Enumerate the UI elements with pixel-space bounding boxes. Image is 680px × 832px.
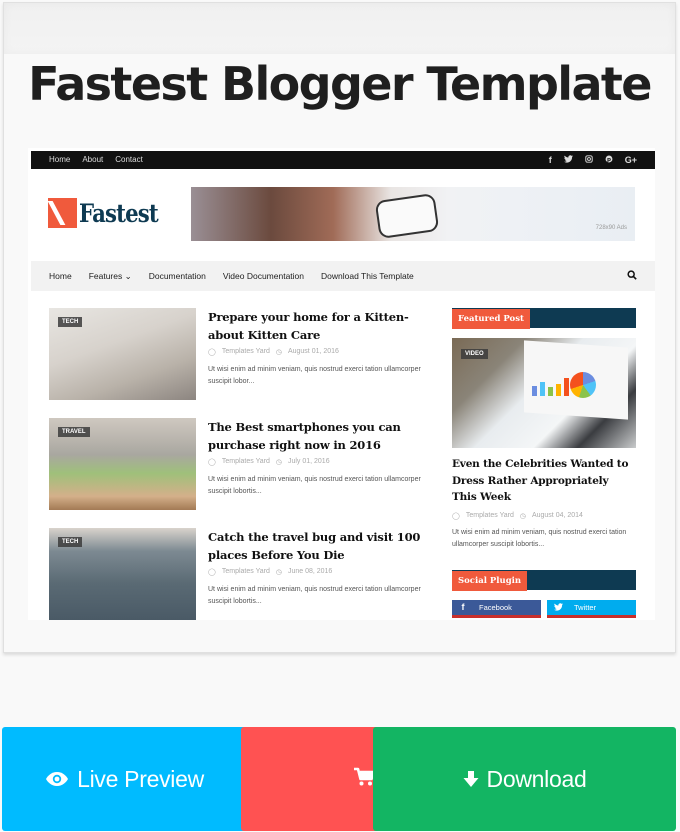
page-title: Fastest Blogger Template [28, 57, 652, 111]
template-card: Fastest Blogger Template Home About Cont… [3, 2, 676, 653]
clock-icon: ◷ [519, 513, 526, 520]
eye-icon [46, 772, 69, 786]
featured-post-excerpt: Ut wisi enim ad minim veniam, quis nostr… [452, 529, 627, 548]
user-icon: ◯ [208, 459, 216, 466]
post-item: TECH Catch the travel bug and visit 100 … [49, 528, 449, 620]
post-excerpt: Ut wisi enim ad minim veniam, quis nostr… [208, 366, 421, 385]
post-item: TRAVEL The Best smartphones you can purc… [49, 418, 449, 510]
buy-button[interactable] [241, 727, 381, 831]
download-button[interactable]: Download [373, 727, 676, 831]
nav-item-video-documentation: Video Documentation [222, 271, 305, 281]
nav-item-home: Home [49, 271, 72, 281]
action-buttons: Live Preview Download [2, 727, 676, 831]
topbar-link-contact: Contact [115, 155, 143, 164]
nav-item-download-template: Download This Template [321, 271, 414, 281]
user-icon: ◯ [208, 349, 216, 356]
topbar-link-about: About [82, 155, 104, 164]
post-thumbnail: TRAVEL [49, 418, 196, 510]
post-thumbnail: TECH [49, 308, 196, 400]
post-category-tag: TECH [58, 537, 83, 547]
post-category-tag: TRAVEL [58, 427, 90, 437]
twitter-icon [563, 151, 573, 169]
pinterest-icon: p [605, 151, 613, 169]
post-title: Prepare your home for a Kitten-about Kit… [208, 310, 409, 342]
logo-text: Fastest [79, 198, 159, 228]
featured-post-title: Even the Celebrities Wanted to Dress Rat… [452, 458, 629, 503]
featured-post-author: Templates Yard [465, 512, 514, 519]
post-date: July 01, 2016 [287, 458, 330, 465]
featured-post-heading-label: Featured Post [452, 309, 530, 329]
post-date: August 01, 2016 [287, 348, 339, 355]
site-logo: Fastest [48, 198, 172, 228]
svg-text:p: p [607, 157, 611, 163]
post-title: Catch the travel bug and visit 100 place… [208, 530, 421, 562]
twitter-button: Twitter [547, 600, 636, 618]
instagram-icon [585, 151, 593, 169]
ad-banner: 728x90 Ads [191, 187, 635, 241]
clock-icon: ◷ [275, 349, 282, 356]
facebook-icon: f [461, 602, 465, 612]
clock-icon: ◷ [275, 459, 282, 466]
post-category-tag: TECH [58, 317, 83, 327]
post-thumbnail: TECH [49, 528, 196, 620]
facebook-button-label: Facebook [479, 603, 512, 612]
post-author: Templates Yard [221, 348, 270, 355]
social-plugin-heading: Social Plugin [452, 570, 636, 591]
facebook-icon: f [548, 155, 552, 165]
post-author: Templates Yard [221, 568, 270, 575]
nav-item-documentation: Documentation [148, 271, 206, 281]
ad-size-label: 728x90 Ads [595, 225, 627, 231]
search-icon [627, 270, 637, 280]
user-icon: ◯ [208, 569, 216, 576]
post-item: TECH Prepare your home for a Kitten-abou… [49, 308, 449, 400]
twitter-button-label: Twitter [574, 603, 597, 612]
download-arrow-icon [463, 771, 479, 787]
featured-post-image: VIDEO [452, 338, 636, 448]
live-preview-button[interactable]: Live Preview [2, 727, 247, 831]
shopping-cart-icon [354, 767, 375, 786]
post-excerpt: Ut wisi enim ad minim veniam, quis nostr… [208, 586, 421, 605]
nav-item-features: Features ⌄ [88, 271, 132, 281]
topbar-link-home: Home [49, 155, 71, 164]
facebook-button: f Facebook [452, 600, 541, 618]
post-author: Templates Yard [221, 458, 270, 465]
google-plus-icon: G+ [624, 155, 637, 165]
post-excerpt: Ut wisi enim ad minim veniam, quis nostr… [208, 476, 421, 495]
template-preview-screenshot[interactable]: Home About Contact f p G+ Fastest 728x90… [28, 148, 655, 620]
featured-post-heading: Featured Post [452, 308, 636, 329]
preview-main-nav: Home Features ⌄ Documentation Video Docu… [31, 261, 655, 291]
featured-post-tag: VIDEO [461, 349, 488, 359]
clock-icon: ◷ [275, 569, 282, 576]
logo-mark-icon [48, 198, 77, 228]
featured-post-date: August 04, 2014 [531, 512, 583, 519]
social-plugin-heading-label: Social Plugin [452, 571, 528, 591]
post-title: The Best smartphones you can purchase ri… [208, 420, 401, 452]
ad-phone-image [376, 195, 438, 237]
preview-topbar: Home About Contact f p G+ [31, 151, 655, 169]
user-icon: ◯ [452, 513, 460, 520]
download-label: Download [486, 765, 587, 792]
post-date: June 08, 2016 [287, 568, 333, 575]
twitter-icon [547, 600, 569, 615]
card-header-strip [4, 3, 675, 54]
live-preview-label: Live Preview [77, 765, 204, 792]
